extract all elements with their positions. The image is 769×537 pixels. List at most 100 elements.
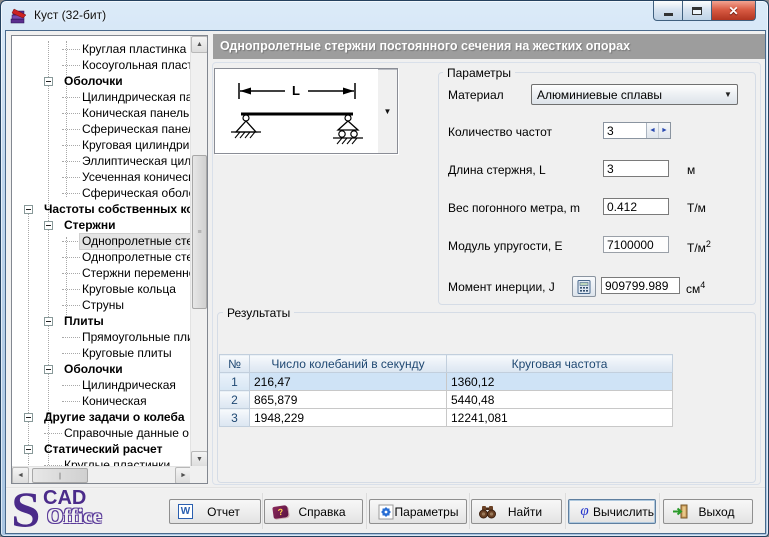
- button-label: Выход: [688, 505, 745, 519]
- tree-item[interactable]: Круглые пластинки: [12, 457, 190, 466]
- material-label: Материал: [448, 88, 504, 102]
- exit-button[interactable]: Выход: [663, 499, 753, 524]
- tree-item[interactable]: Струны: [12, 297, 190, 313]
- tree-item[interactable]: Цилиндрическая пане: [12, 89, 190, 105]
- collapse-minus-icon[interactable]: [44, 365, 53, 374]
- table-row[interactable]: 31948,22912241,081: [220, 409, 673, 427]
- tree-item-label: Круговые плиты: [80, 346, 174, 361]
- tree-item[interactable]: Эллиптическая цилин: [12, 153, 190, 169]
- scrollbar-corner: [190, 466, 207, 483]
- title-bar[interactable]: Куст (32-бит) ✕: [1, 1, 768, 31]
- settings-button[interactable]: Параметры: [369, 499, 467, 524]
- length-dimension-label: L: [292, 83, 300, 98]
- table-row[interactable]: 2865,8795440,48: [220, 391, 673, 409]
- tree-item[interactable]: Однопролетные стерж: [12, 233, 190, 249]
- parameter-input[interactable]: 7100000: [603, 236, 669, 253]
- frequency-count-spinner[interactable]: 3◄►: [603, 122, 671, 139]
- tree-item[interactable]: Стержни: [12, 217, 190, 233]
- settings-gear-icon: [377, 504, 394, 520]
- parameter-input[interactable]: 0.412: [603, 198, 669, 215]
- minimize-button[interactable]: [653, 1, 683, 21]
- tree-item-label: Однопролетные стерж: [80, 234, 190, 249]
- tree-connector: [62, 289, 80, 290]
- tree-item[interactable]: Круговые кольца: [12, 281, 190, 297]
- table-column-header[interactable]: Число колебаний в секунду: [250, 355, 447, 373]
- tree-connector: [62, 273, 80, 274]
- table-header-row[interactable]: №Число колебаний в секундуКруговая часто…: [220, 355, 673, 373]
- scrollbar-thumb[interactable]: ∥: [32, 468, 88, 483]
- tree-item[interactable]: Косоугольная пласти: [12, 57, 190, 73]
- report-button[interactable]: WОтчет: [169, 499, 261, 524]
- collapse-minus-icon[interactable]: [24, 205, 33, 214]
- toolbar-separator: [659, 493, 661, 529]
- tree-item-label: Струны: [80, 298, 126, 313]
- scheme-picture-box[interactable]: L: [214, 68, 398, 154]
- tree-vertical-scrollbar[interactable]: ▲ ≡ ▼: [190, 36, 207, 468]
- collapse-minus-icon[interactable]: [44, 77, 53, 86]
- table-cell: 865,879: [250, 391, 447, 409]
- scrollbar-thumb[interactable]: ≡: [192, 155, 207, 309]
- tree-item[interactable]: Частоты собственных ко: [12, 201, 190, 217]
- tree-item[interactable]: Круглая пластинка: [12, 41, 190, 57]
- exit-door-icon: [671, 504, 688, 520]
- tree-item-label: Стержни переменног: [80, 266, 190, 281]
- tree-item[interactable]: Сферическая панель: [12, 121, 190, 137]
- tree-item[interactable]: Оболочки: [12, 361, 190, 377]
- parameters-group-label: Параметры: [443, 66, 515, 80]
- maximize-icon: [692, 7, 702, 15]
- sidebar-tree-panel: Круглая пластинкаКосоугольная пластиОбол…: [11, 35, 208, 484]
- tree-item[interactable]: Другие задачи о колеба: [12, 409, 190, 425]
- tree-item[interactable]: Коническая: [12, 393, 190, 409]
- tree-connector: [62, 129, 80, 130]
- tree-item[interactable]: Оболочки: [12, 73, 190, 89]
- results-table[interactable]: №Число колебаний в секундуКруговая часто…: [219, 354, 673, 427]
- calculator-button[interactable]: [572, 276, 596, 297]
- parameter-unit: см4: [686, 280, 705, 296]
- collapse-minus-icon[interactable]: [24, 445, 33, 454]
- app-icon: [10, 7, 28, 25]
- tree-item[interactable]: Усеченная коническа: [12, 169, 190, 185]
- table-cell: 5440,48: [447, 391, 673, 409]
- maximize-button[interactable]: [683, 1, 712, 21]
- tree-item[interactable]: Прямоугольные плит: [12, 329, 190, 345]
- scroll-up-button[interactable]: ▲: [191, 36, 208, 53]
- tree-item[interactable]: Плиты: [12, 313, 190, 329]
- find-button[interactable]: Найти: [471, 499, 562, 524]
- tree-item[interactable]: Стержни переменног: [12, 265, 190, 281]
- tree-item[interactable]: Коническая панель: [12, 105, 190, 121]
- tree-item[interactable]: Круговые плиты: [12, 345, 190, 361]
- tree-item-label: Частоты собственных ко: [42, 202, 190, 217]
- button-label: Найти: [496, 505, 554, 519]
- tree-item-label: Статический расчет: [42, 442, 164, 457]
- tree-item[interactable]: Статический расчет: [12, 441, 190, 457]
- material-dropdown[interactable]: Алюминиевые сплавы ▼: [531, 84, 738, 105]
- tree-item-label: Стержни: [62, 218, 118, 233]
- tree-item[interactable]: Сферическая оболочк: [12, 185, 190, 201]
- scroll-left-button[interactable]: ◄: [12, 467, 29, 484]
- collapse-minus-icon[interactable]: [44, 317, 53, 326]
- material-value: Алюминиевые сплавы: [532, 88, 719, 102]
- table-row[interactable]: 1216,471360,12: [220, 373, 673, 391]
- spinner-increment-button[interactable]: ►: [658, 123, 670, 138]
- tree-item[interactable]: Справочные данные о вн: [12, 425, 190, 441]
- tree-item[interactable]: Круговая цилиндриче: [12, 137, 190, 153]
- tree-item-label: Оболочки: [62, 74, 125, 89]
- help-button[interactable]: ?Справка: [264, 499, 363, 524]
- collapse-minus-icon[interactable]: [44, 221, 53, 230]
- tree-horizontal-scrollbar[interactable]: ◄ ∥ ►: [12, 466, 192, 483]
- table-column-header[interactable]: Круговая частота: [447, 355, 673, 373]
- close-button[interactable]: ✕: [712, 1, 756, 21]
- scheme-selector[interactable]: ▼: [378, 69, 397, 153]
- tree-item[interactable]: Однопролетные стерж: [12, 249, 190, 265]
- parameter-input[interactable]: 909799.989: [601, 277, 680, 294]
- page-title: Однопролетные стержни постоянного сечени…: [213, 34, 765, 59]
- tree-item-label: Однопролетные стерж: [80, 250, 190, 265]
- parameter-unit: м: [687, 163, 695, 177]
- parameter-input[interactable]: 3: [603, 160, 669, 177]
- compute-button[interactable]: φВычислить: [568, 499, 656, 524]
- collapse-minus-icon[interactable]: [24, 413, 33, 422]
- tree-item[interactable]: Цилиндрическая: [12, 377, 190, 393]
- table-column-header[interactable]: №: [220, 355, 250, 373]
- spinner-decrement-button[interactable]: ◄: [647, 123, 658, 138]
- tree-item-label: Круговые кольца: [80, 282, 178, 297]
